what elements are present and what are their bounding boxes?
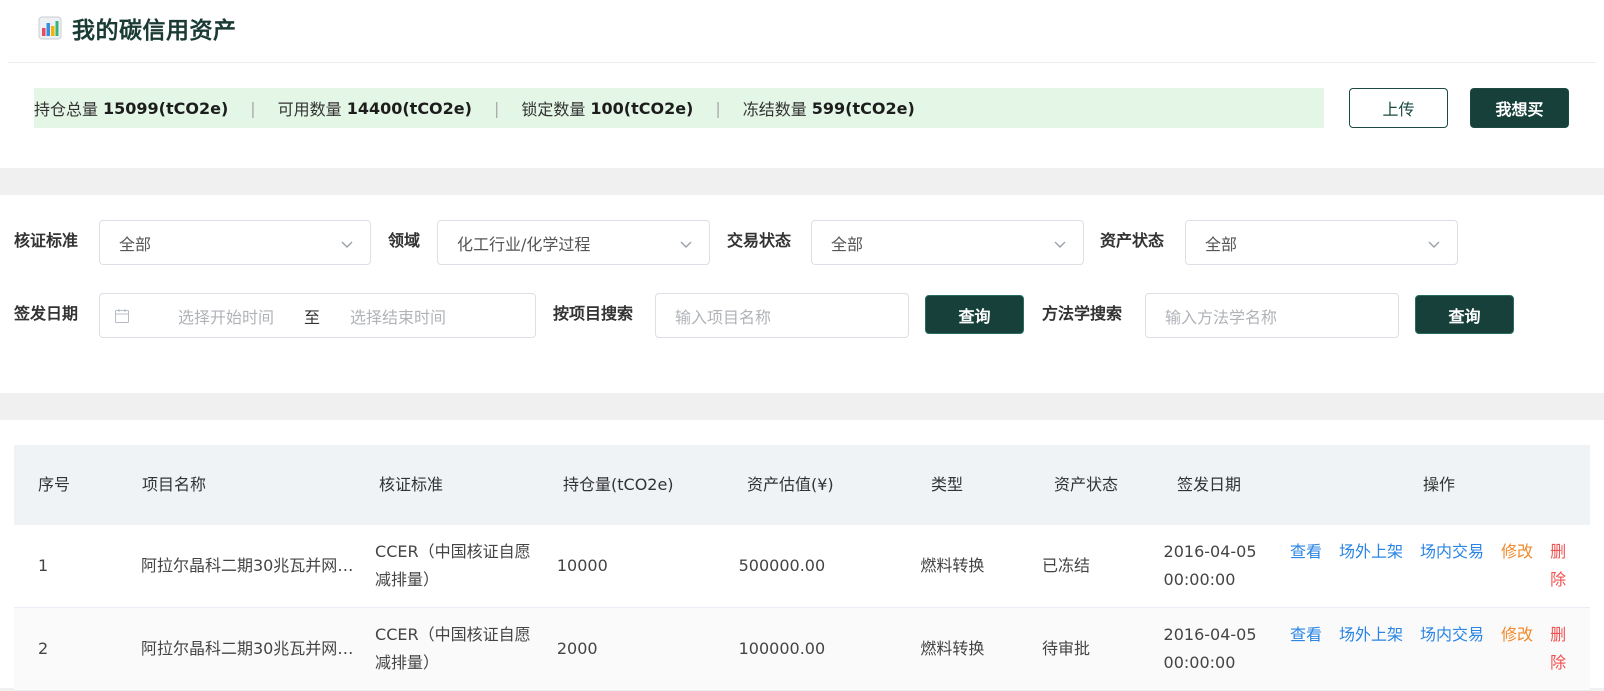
assets-table-panel: 序号 项目名称 核证标准 持仓量(tCO2e) 资产估值(¥) 类型 资产状态 … xyxy=(0,420,1604,691)
delete-link[interactable]: 删除 xyxy=(1550,621,1566,677)
cell-valuation: 100000.00 xyxy=(738,639,826,658)
divider xyxy=(8,62,1596,63)
issue-date-range-picker[interactable]: 选择开始时间 至 选择结束时间 xyxy=(99,293,536,338)
calendar-icon xyxy=(114,308,130,324)
view-link[interactable]: 查看 xyxy=(1290,621,1322,649)
cell-holdings: 2000 xyxy=(556,639,598,658)
col-holdings: 持仓量(tCO2e) xyxy=(563,475,674,494)
title-row: 我的碳信用资产 xyxy=(38,8,237,48)
standard-select[interactable]: 全部 xyxy=(99,220,371,265)
holdings-summary-bar: 持仓总量 15099(tCO2e) | 可用数量 14400(tCO2e) | … xyxy=(34,88,1324,128)
onsite-trade-link[interactable]: 场内交易 xyxy=(1420,538,1484,566)
asset-status-select-value: 全部 xyxy=(1205,234,1238,254)
table-row: 2 阿拉尔晶科二期30兆瓦并网光伏发电项目 CCER（中国核证自愿减排量） 20… xyxy=(14,608,1590,691)
cell-standard: CCER（中国核证自愿减排量） xyxy=(375,625,531,672)
delete-link[interactable]: 删除 xyxy=(1550,538,1566,594)
available-value: 14400(tCO2e) xyxy=(346,98,472,118)
cell-index: 2 xyxy=(38,639,49,658)
summary-separator: | xyxy=(493,98,500,118)
cell-type: 燃料转换 xyxy=(920,556,985,575)
cell-status: 已冻结 xyxy=(1041,556,1090,575)
frozen-value: 599(tCO2e) xyxy=(811,98,915,118)
summary-holdings: 持仓总量 15099(tCO2e) xyxy=(34,96,228,120)
col-valuation: 资产估值(¥) xyxy=(747,475,834,494)
filter-panel: 核证标准 全部 领域 化工行业/化学过程 交易状态 全部 资产状态 全部 签发日… xyxy=(0,195,1604,393)
domain-select-value: 化工行业/化学过程 xyxy=(457,234,591,254)
chevron-down-icon xyxy=(1053,236,1067,250)
cell-status: 待审批 xyxy=(1041,639,1090,658)
chevron-down-icon xyxy=(340,236,354,250)
col-type: 类型 xyxy=(931,475,964,494)
cell-date: 2016-04-05 00:00:00 xyxy=(1163,542,1257,589)
view-link[interactable]: 查看 xyxy=(1290,538,1322,566)
table-row: 1 阿拉尔晶科二期30兆瓦并网光伏发电项目 CCER（中国核证自愿减排量） 10… xyxy=(14,525,1590,608)
summary-separator: | xyxy=(250,98,256,118)
method-search-input[interactable]: 输入方法学名称 xyxy=(1145,293,1399,338)
cell-valuation: 500000.00 xyxy=(738,556,826,575)
summary-separator: | xyxy=(715,98,721,118)
issue-date-label: 签发日期 xyxy=(14,304,79,323)
col-actions: 操作 xyxy=(1423,475,1456,494)
summary-locked: 锁定数量 100(tCO2e) xyxy=(521,96,693,120)
method-search-label: 方法学搜索 xyxy=(1042,304,1123,323)
bar-chart-icon xyxy=(38,16,62,40)
assets-header-panel: 我的碳信用资产 持仓总量 15099(tCO2e) | 可用数量 14400(t… xyxy=(0,0,1604,168)
trade-status-select[interactable]: 全部 xyxy=(811,220,1084,265)
available-label: 可用数量 xyxy=(277,100,342,119)
assets-table: 序号 项目名称 核证标准 持仓量(tCO2e) 资产估值(¥) 类型 资产状态 … xyxy=(14,445,1590,691)
col-project: 项目名称 xyxy=(142,475,207,494)
cell-standard: CCER（中国核证自愿减排量） xyxy=(375,542,531,589)
page-title: 我的碳信用资产 xyxy=(72,18,237,44)
method-query-button[interactable]: 查询 xyxy=(1415,295,1514,334)
summary-available: 可用数量 14400(tCO2e) xyxy=(278,96,472,120)
col-index: 序号 xyxy=(38,475,71,494)
locked-value: 100(tCO2e) xyxy=(590,98,694,118)
cell-holdings: 10000 xyxy=(556,556,608,575)
cell-date: 2016-04-05 00:00:00 xyxy=(1163,625,1257,672)
project-search-label: 按项目搜索 xyxy=(553,304,634,323)
col-standard: 核证标准 xyxy=(379,475,444,494)
summary-frozen: 冻结数量 599(tCO2e) xyxy=(743,96,915,120)
cell-project-text: 阿拉尔晶科二期30兆瓦并网光伏发电项目 xyxy=(140,639,355,658)
cell-actions: 查看 场外上架 场内交易 修改 删除 xyxy=(1280,538,1590,594)
col-date: 签发日期 xyxy=(1177,475,1242,494)
edit-link[interactable]: 修改 xyxy=(1501,621,1533,649)
start-date-input[interactable]: 选择开始时间 xyxy=(178,304,274,328)
frozen-label: 冻结数量 xyxy=(742,100,807,119)
cell-project[interactable]: 阿拉尔晶科二期30兆瓦并网光伏发电项目 xyxy=(117,552,359,580)
cell-project[interactable]: 阿拉尔晶科二期30兆瓦并网光伏发电项目 xyxy=(117,635,359,663)
holdings-value: 15099(tCO2e) xyxy=(103,98,229,118)
chevron-down-icon xyxy=(679,236,693,250)
project-search-input[interactable]: 输入项目名称 xyxy=(655,293,909,338)
project-query-button[interactable]: 查询 xyxy=(925,295,1024,334)
standard-select-value: 全部 xyxy=(119,234,152,254)
buy-button[interactable]: 我想买 xyxy=(1470,88,1569,128)
domain-select[interactable]: 化工行业/化学过程 xyxy=(437,220,710,265)
upload-button[interactable]: 上传 xyxy=(1349,88,1448,128)
table-header: 序号 项目名称 核证标准 持仓量(tCO2e) 资产估值(¥) 类型 资产状态 … xyxy=(14,445,1590,525)
domain-label: 领域 xyxy=(388,231,421,250)
trade-status-label: 交易状态 xyxy=(727,231,792,250)
cell-type: 燃料转换 xyxy=(920,639,985,658)
standard-label: 核证标准 xyxy=(14,231,79,250)
end-date-input[interactable]: 选择结束时间 xyxy=(350,304,446,328)
offsite-list-link[interactable]: 场外上架 xyxy=(1339,538,1403,566)
onsite-trade-link[interactable]: 场内交易 xyxy=(1420,621,1484,649)
chevron-down-icon xyxy=(1427,236,1441,250)
edit-link[interactable]: 修改 xyxy=(1501,538,1533,566)
holdings-label: 持仓总量 xyxy=(34,100,99,119)
asset-status-label: 资产状态 xyxy=(1100,231,1165,250)
offsite-list-link[interactable]: 场外上架 xyxy=(1339,621,1403,649)
range-separator: 至 xyxy=(304,307,321,327)
asset-status-select[interactable]: 全部 xyxy=(1185,220,1458,265)
locked-label: 锁定数量 xyxy=(521,100,586,119)
cell-project-text: 阿拉尔晶科二期30兆瓦并网光伏发电项目 xyxy=(140,556,355,575)
cell-actions: 查看 场外上架 场内交易 修改 删除 xyxy=(1280,621,1590,677)
col-status: 资产状态 xyxy=(1054,475,1119,494)
trade-status-select-value: 全部 xyxy=(831,234,864,254)
cell-index: 1 xyxy=(38,556,49,575)
